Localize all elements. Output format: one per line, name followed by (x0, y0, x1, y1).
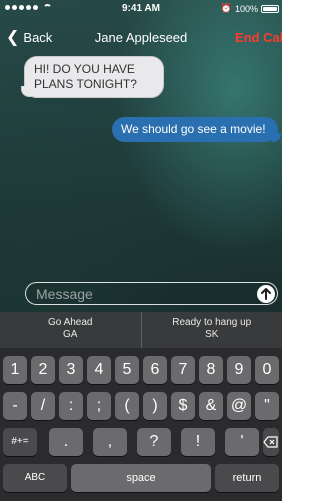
suggestion-label: Go Ahead (48, 317, 93, 328)
key-8[interactable]: 8 (199, 356, 223, 384)
key-question[interactable]: ? (137, 428, 171, 456)
key-3[interactable]: 3 (59, 356, 83, 384)
key-space[interactable]: space (71, 464, 211, 492)
key-return[interactable]: return (215, 464, 279, 492)
key-4[interactable]: 4 (87, 356, 111, 384)
chat-screen: 9:41 AM ⏰ 100% ❮ Back Jane Appleseed End… (0, 0, 282, 501)
key-7[interactable]: 7 (171, 356, 195, 384)
key-period[interactable]: . (49, 428, 83, 456)
suggestion-code: GA (63, 329, 78, 340)
message-placeholder: Message (36, 286, 93, 302)
send-button[interactable] (257, 285, 275, 303)
key-slash[interactable]: / (31, 392, 55, 420)
battery-icon (261, 4, 279, 13)
key-at[interactable]: @ (227, 392, 251, 420)
key-dash[interactable]: - (3, 392, 27, 420)
suggestion-go-ahead[interactable]: Go Ahead GA (0, 312, 141, 348)
key-1[interactable]: 1 (3, 356, 27, 384)
key-apostrophe[interactable]: ' (225, 428, 259, 456)
quick-reply-bar: Go Ahead GA Ready to hang up SK (0, 312, 282, 348)
arrow-up-icon (261, 288, 271, 300)
battery-percent: 100% (234, 3, 258, 14)
key-close-paren[interactable]: ) (143, 392, 167, 420)
key-more-symbols[interactable]: #+= (3, 428, 37, 456)
key-abc[interactable]: ABC (3, 464, 67, 492)
nav-bar: ❮ Back Jane Appleseed End Call (0, 18, 282, 58)
suggestion-label: Ready to hang up (172, 317, 252, 328)
received-message-bubble[interactable]: HI! DO YOU HAVE PLANS TONIGHT? (21, 56, 164, 98)
key-open-paren[interactable]: ( (115, 392, 139, 420)
key-semicolon[interactable]: ; (87, 392, 111, 420)
key-comma[interactable]: , (93, 428, 127, 456)
status-bar: 9:41 AM ⏰ 100% (0, 0, 282, 18)
key-exclamation[interactable]: ! (181, 428, 215, 456)
suggestion-ready-to-hang-up[interactable]: Ready to hang up SK (140, 312, 283, 348)
key-6[interactable]: 6 (143, 356, 167, 384)
backspace-icon (263, 436, 278, 448)
key-2[interactable]: 2 (31, 356, 55, 384)
alarm-icon: ⏰ (220, 3, 232, 13)
key-quote[interactable]: " (255, 392, 279, 420)
sent-message-bubble[interactable]: We should go see a movie! (112, 117, 281, 142)
suggestion-code: SK (205, 329, 219, 340)
key-delete[interactable] (263, 428, 279, 456)
end-call-button[interactable]: End Call (235, 30, 282, 45)
keyboard: 1 2 3 4 5 6 7 8 9 0 - / : ; ( ) $ & @ " … (0, 348, 282, 501)
key-dollar[interactable]: $ (171, 392, 195, 420)
key-5[interactable]: 5 (115, 356, 139, 384)
key-0[interactable]: 0 (255, 356, 279, 384)
key-9[interactable]: 9 (227, 356, 251, 384)
key-colon[interactable]: : (59, 392, 83, 420)
key-ampersand[interactable]: & (199, 392, 223, 420)
message-input[interactable]: Message (25, 282, 278, 305)
